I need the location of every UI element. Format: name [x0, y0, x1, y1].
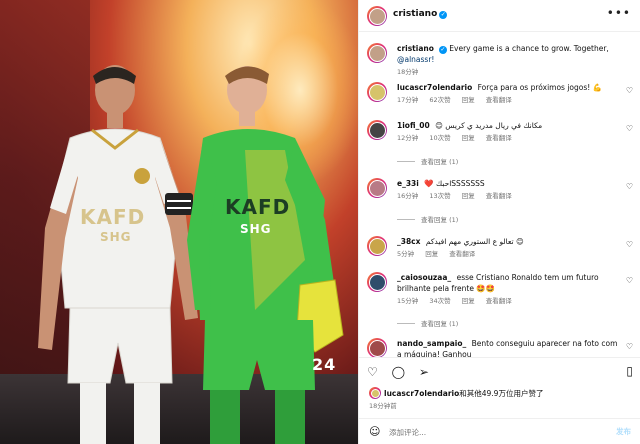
replies-divider [397, 323, 415, 324]
translate-button[interactable]: 查看翻译 [486, 297, 512, 305]
comment-text: Força para os próximos jogos! 💪 [477, 83, 603, 92]
share-send-icon[interactable]: ➢ [419, 365, 429, 379]
commenter-avatar[interactable] [367, 272, 387, 292]
like-heart-icon[interactable]: ♡ [626, 276, 633, 285]
comment-text: 😊 مكانك في ريال مدريد ي كريس [435, 121, 543, 130]
comment-likes[interactable]: 13次赞 [429, 192, 450, 200]
comment-panel: cristiano ✓ ••• cristiano ✓ Every game is … [358, 0, 640, 444]
post-comment-button[interactable]: 发布 [616, 426, 631, 437]
likes-summary[interactable]: lucascr7olendario和其他49.9万位用户赞了 [369, 387, 543, 399]
post-header: cristiano ✓ ••• [359, 0, 640, 32]
comment-time: 16分钟 [397, 192, 419, 200]
reply-button[interactable]: 回复 [462, 134, 475, 142]
comment-time: 17分钟 [397, 96, 419, 104]
comment-time: 15分钟 [397, 297, 419, 305]
caption-time: 18分钟 [397, 68, 419, 76]
commenter-avatar[interactable] [367, 82, 387, 102]
translate-button[interactable]: 查看翻译 [486, 134, 512, 142]
comment-username[interactable]: nando_sampaio_ [397, 339, 466, 348]
comment-bubble-icon[interactable]: ◯ [392, 365, 405, 379]
author-avatar[interactable] [367, 43, 387, 63]
reply-button[interactable]: 回复 [462, 297, 475, 305]
white-jersey-brand: KAFD [80, 205, 146, 229]
translate-button[interactable]: 查看翻译 [486, 192, 512, 200]
liker-username[interactable]: lucascr7olendario [384, 389, 459, 398]
comment-username[interactable]: _caiosouzaa_ [397, 273, 451, 282]
commenter-avatar[interactable] [367, 338, 387, 357]
like-heart-icon[interactable]: ♡ [367, 365, 378, 379]
reply-button[interactable]: 回复 [462, 192, 475, 200]
author-username[interactable]: cristiano ✓ [393, 9, 448, 19]
comment-input[interactable] [389, 425, 589, 439]
comment-time: 5分钟 [397, 250, 415, 258]
emoji-picker-icon[interactable]: ☺ [369, 425, 380, 438]
commenter-avatar[interactable] [367, 178, 387, 198]
likes-count-text: 和其他49.9万位用户赞了 [459, 389, 544, 398]
caption-author[interactable]: cristiano [397, 44, 434, 53]
comment-username[interactable]: _38cx [397, 237, 420, 246]
reply-button[interactable]: 回复 [462, 96, 475, 104]
translate-button[interactable]: 查看翻译 [486, 96, 512, 104]
bookmark-icon[interactable]: ▯ [626, 364, 633, 378]
comment-composer: ☺ 发布 [359, 418, 640, 444]
like-heart-icon[interactable]: ♡ [626, 342, 633, 351]
view-replies-button[interactable]: 查看回复 (1) [397, 156, 458, 166]
caption-mention[interactable]: @alnassr! [397, 55, 434, 64]
post-time: 18分钟前 [369, 402, 397, 410]
comment-time: 12分钟 [397, 134, 419, 142]
caption-text: Every game is a chance to grow. Together… [449, 44, 609, 53]
green-jersey-brand: KAFD [225, 195, 291, 219]
comment-text: ❤️ احبكSSSSSSS [424, 179, 485, 188]
comment-likes[interactable]: 62次赞 [429, 96, 450, 104]
author-avatar[interactable] [367, 6, 387, 26]
translate-button[interactable]: 查看翻译 [449, 250, 475, 258]
comment-likes[interactable]: 10次赞 [429, 134, 450, 142]
verified-badge-icon: ✓ [439, 11, 448, 19]
comment-list: cristiano ✓ Every game is a chance to gro… [359, 32, 640, 357]
player-green-kit [187, 66, 344, 444]
view-replies-button[interactable]: 查看回复 (1) [397, 214, 458, 224]
like-heart-icon[interactable]: ♡ [626, 240, 633, 249]
like-heart-icon[interactable]: ♡ [626, 86, 633, 95]
white-jersey-sponsor: SHG [100, 230, 132, 244]
commenter-avatar[interactable] [367, 120, 387, 140]
like-heart-icon[interactable]: ♡ [626, 124, 633, 133]
more-options-icon[interactable]: ••• [607, 6, 631, 20]
like-heart-icon[interactable]: ♡ [626, 182, 633, 191]
green-jersey-sponsor: SHG [240, 222, 272, 236]
green-jersey-number: 24 [312, 355, 337, 374]
reply-button[interactable]: 回复 [425, 250, 438, 258]
commenter-avatar[interactable] [367, 236, 387, 256]
replies-divider [397, 219, 415, 220]
liker-avatar [369, 387, 381, 399]
comment-text: تعالو ع الستوري مهم افيدكم 😊 [425, 237, 524, 246]
post-actions: ♡ ◯ ➢ ▯ lucascr7olendario和其他49.9万位用户赞了 1… [359, 357, 640, 417]
replies-divider [397, 161, 415, 162]
comment-username[interactable]: lucascr7olendario [397, 83, 472, 92]
comment-username[interactable]: 1iofi_00 [397, 121, 430, 130]
view-replies-button[interactable]: 查看回复 (1) [397, 318, 458, 328]
comment-likes[interactable]: 34次赞 [429, 297, 450, 305]
post-photo: KAFD SHG KAFD SHG 24 [0, 0, 358, 444]
verified-badge-icon: ✓ [438, 46, 447, 54]
comment-username[interactable]: e_33i [397, 179, 419, 188]
